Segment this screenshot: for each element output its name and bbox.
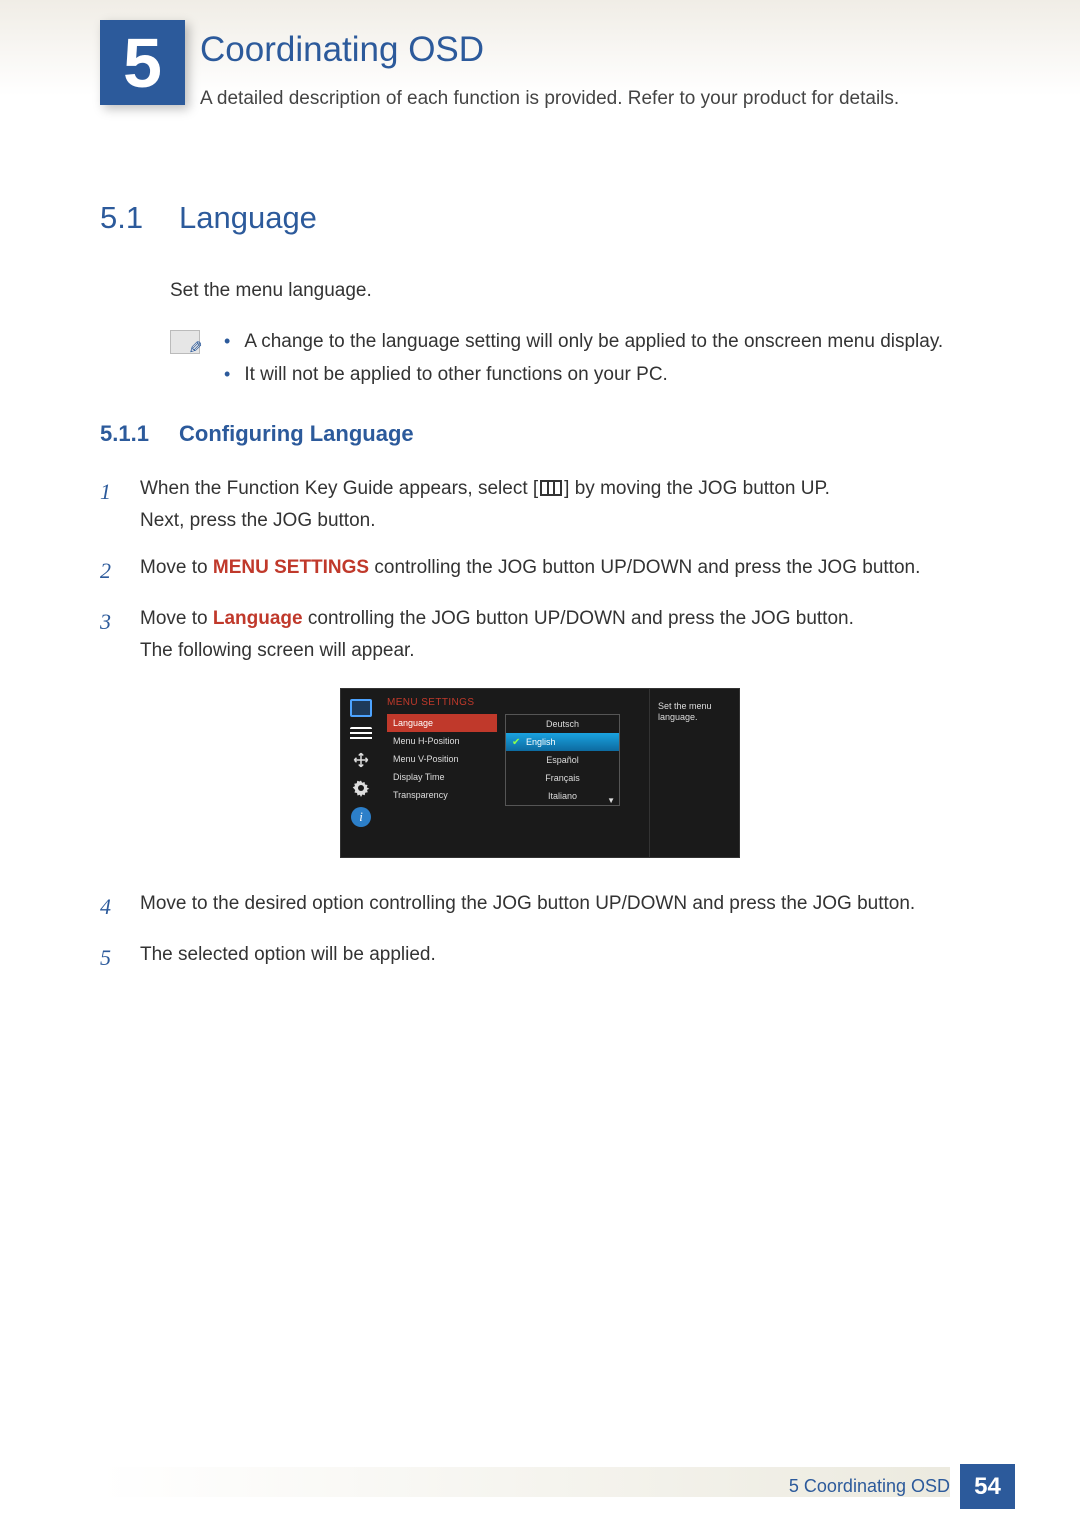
note-item: A change to the language setting will on…: [224, 326, 943, 358]
osd-language-list: Deutsch English Español Français Italian…: [505, 714, 620, 806]
note-list: A change to the language setting will on…: [224, 326, 943, 391]
section-lead: Set the menu language.: [170, 276, 980, 306]
gear-icon: [350, 779, 372, 797]
step-1: 1 When the Function Key Guide appears, s…: [100, 473, 980, 538]
osd-main: MENU SETTINGS Language Menu H-Position M…: [381, 689, 649, 857]
page-header: Coordinating OSD A detailed description …: [200, 30, 980, 110]
footer-page-number: 54: [960, 1464, 1015, 1509]
menu-icon: [540, 480, 562, 496]
section-number: 5.1: [100, 200, 155, 236]
monitor-icon: [350, 699, 372, 717]
note-block: A change to the language setting will on…: [170, 326, 980, 391]
chapter-title: Coordinating OSD: [200, 30, 980, 70]
subsection-heading: 5.1.1 Configuring Language: [100, 421, 980, 447]
subsection-number: 5.1.1: [100, 421, 155, 447]
menu-lines-icon: [350, 727, 372, 741]
chevron-down-icon: ▼: [607, 796, 615, 805]
main-content: 5.1 Language Set the menu language. A ch…: [100, 180, 980, 990]
osd-language-option: Italiano: [506, 787, 619, 805]
step-2: 2 Move to MENU SETTINGS controlling the …: [100, 552, 980, 589]
osd-language-option: Deutsch: [506, 715, 619, 733]
step-5: 5 The selected option will be applied.: [100, 939, 980, 976]
steps-list-continued: 4 Move to the desired option controlling…: [100, 888, 980, 977]
steps-list: 1 When the Function Key Guide appears, s…: [100, 473, 980, 668]
chapter-subtitle: A detailed description of each function …: [200, 88, 980, 110]
info-icon: i: [351, 807, 371, 827]
chapter-number-badge: 5: [100, 20, 185, 105]
osd-language-option: Español: [506, 751, 619, 769]
subsection-title: Configuring Language: [179, 421, 414, 447]
osd-menu-item: Menu V-Position: [387, 750, 497, 768]
note-icon: [170, 330, 200, 354]
osd-sidebar: i: [341, 689, 381, 857]
osd-menu-item: Language: [387, 714, 497, 732]
osd-menu-item: Menu H-Position: [387, 732, 497, 750]
osd-help-panel: Set the menu language.: [649, 689, 739, 857]
osd-screenshot: i MENU SETTINGS Language Menu H-Position…: [100, 688, 980, 858]
section-title: Language: [179, 200, 317, 236]
step-4: 4 Move to the desired option controlling…: [100, 888, 980, 925]
osd-language-option-selected: English: [506, 733, 619, 751]
section-5-1-heading: 5.1 Language: [100, 200, 980, 236]
osd-menu-item: Display Time: [387, 768, 497, 786]
step-3: 3 Move to Language controlling the JOG b…: [100, 603, 980, 668]
footer-chapter-ref: 5 Coordinating OSD: [789, 1476, 950, 1497]
move-arrows-icon: [350, 751, 372, 769]
note-item: It will not be applied to other function…: [224, 359, 943, 391]
osd-menu-list: Language Menu H-Position Menu V-Position…: [387, 714, 497, 804]
osd-heading: MENU SETTINGS: [387, 697, 643, 708]
osd-menu-item: Transparency: [387, 786, 497, 804]
osd-language-option: Français: [506, 769, 619, 787]
osd-panel: i MENU SETTINGS Language Menu H-Position…: [340, 688, 740, 858]
